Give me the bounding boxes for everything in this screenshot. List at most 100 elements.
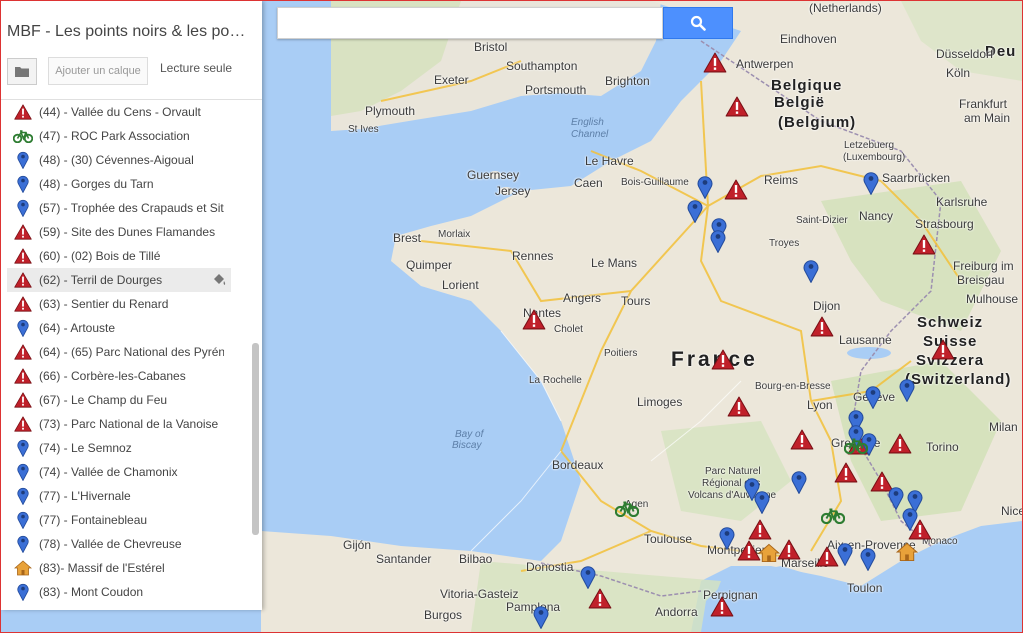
layer-list-item-label: (44) - Vallée du Cens - Orvault (39, 105, 201, 119)
layer-list-item[interactable]: (66) - Corbère-les-Cabanes (7, 364, 231, 388)
layer-list-item-label: (66) - Corbère-les-Cabanes (39, 369, 186, 383)
map-marker-bicycle-icon[interactable] (844, 437, 868, 461)
layer-list-item-label: (48) - (30) Cévennes-Aigoual (39, 153, 194, 167)
layer-list-item[interactable]: (44) - Vallée du Cens - Orvault (7, 100, 231, 124)
map-marker-pin-icon[interactable] (750, 490, 774, 514)
map-marker-pin-icon[interactable] (576, 565, 600, 589)
map-marker-warning-icon[interactable] (727, 396, 751, 420)
layer-list-item[interactable]: (73) - Parc National de la Vanoise (7, 412, 231, 436)
search-input[interactable] (277, 7, 663, 39)
map-marker-warning-icon[interactable] (588, 588, 612, 612)
pin-icon (11, 318, 35, 338)
layer-list-item[interactable]: (83)- Massif de l'Estérel (7, 556, 231, 580)
map-marker-pin-icon[interactable] (898, 507, 922, 531)
layer-list-item[interactable]: (83) - Mont Coudon (7, 580, 231, 604)
map-marker-warning-icon[interactable] (522, 309, 546, 333)
layer-list-item[interactable]: (74) - Vallée de Chamonix (7, 460, 231, 484)
map-marker-pin-icon[interactable] (833, 542, 857, 566)
map-place-label: Saint-Dizier (796, 215, 848, 226)
map-place-label: Parc Naturel (705, 466, 761, 477)
layer-list-item-label: (83) - Mont Coudon (39, 585, 144, 599)
layer-list-item-label: (57) - Trophée des Crapauds et Site (39, 201, 224, 215)
map-marker-pin-icon[interactable] (859, 171, 883, 195)
layer-list-item[interactable]: (74) - Le Semnoz (7, 436, 231, 460)
warning-icon (11, 366, 35, 386)
folder-icon (15, 67, 29, 77)
map-place-label: English (571, 117, 604, 128)
map-marker-pin-icon[interactable] (715, 526, 739, 550)
layer-list-item[interactable]: (48) - (30) Cévennes-Aigoual (7, 148, 231, 172)
map-marker-bicycle-icon[interactable] (821, 507, 845, 531)
map-place-label: Köln (946, 66, 971, 80)
map-marker-pin-icon[interactable] (861, 385, 885, 409)
map-place-label: Caen (574, 176, 603, 190)
map-marker-warning-icon[interactable] (703, 52, 727, 76)
map-marker-warning-icon[interactable] (790, 429, 814, 453)
bicycle-icon (11, 126, 35, 146)
map-place-label: Saarbrücken (882, 171, 951, 185)
map-marker-warning-icon[interactable] (931, 339, 955, 363)
map-marker-warning-icon[interactable] (834, 462, 858, 486)
layer-list-item-label: (48) - Gorges du Tarn (39, 177, 154, 191)
layer-list-item[interactable]: (48) - Gorges du Tarn (7, 172, 231, 196)
map-place-label: Lorient (442, 278, 479, 292)
map-marker-pin-icon[interactable] (799, 259, 823, 283)
layer-list-item[interactable]: (67) - Le Champ du Feu (7, 388, 231, 412)
layer-list-item-label: (64) - Artouste (39, 321, 116, 335)
map-title[interactable]: MBF - Les points noirs & les poin… (7, 23, 247, 41)
layer-list-item-label: (63) - Sentier du Renard (39, 297, 169, 311)
pin-icon (11, 150, 35, 170)
map-place-label: Plymouth (365, 104, 416, 118)
list-scrollbar[interactable] (252, 343, 259, 535)
search-button[interactable] (663, 7, 733, 39)
map-place-label: Jersey (495, 184, 531, 198)
map-place-label: Troyes (769, 238, 800, 249)
map-marker-house-icon[interactable] (757, 543, 781, 567)
map-place-label: Breisgau (957, 273, 1005, 287)
map-marker-warning-icon[interactable] (912, 234, 936, 258)
map-marker-warning-icon[interactable] (888, 433, 912, 457)
map-place-label: Poitiers (604, 348, 638, 359)
map-marker-pin-icon[interactable] (529, 605, 553, 629)
layer-list-item[interactable]: (63) - Sentier du Renard (7, 292, 231, 316)
pin-icon (11, 438, 35, 458)
map-marker-warning-icon[interactable] (710, 596, 734, 620)
map-place-label: Frankfurt (959, 97, 1008, 111)
map-marker-pin-icon[interactable] (706, 229, 730, 253)
open-folder-button[interactable] (7, 58, 37, 85)
layer-list-item[interactable]: (64) - Artouste (7, 316, 231, 340)
layer-list-item[interactable]: (64) - (65) Parc National des Pyréné (7, 340, 231, 364)
map-marker-pin-icon[interactable] (787, 470, 811, 494)
map-marker-warning-icon[interactable] (724, 179, 748, 203)
layer-list-item[interactable]: (62) - Terril de Dourges (7, 268, 231, 292)
map-marker-bicycle-icon[interactable] (615, 500, 639, 524)
paint-bucket-icon[interactable] (211, 272, 227, 291)
map-place-label: Gijón (343, 538, 372, 552)
map-marker-warning-icon[interactable] (711, 349, 735, 373)
layer-list-item-label: (59) - Site des Dunes Flamandes (39, 225, 216, 239)
map-marker-warning-icon[interactable] (810, 316, 834, 340)
layer-list-item[interactable]: (77) - L'Hivernale (7, 484, 231, 508)
map-place-label: Düsseldorf (936, 47, 994, 61)
map-place-label: Dijon (813, 299, 841, 313)
layer-list-item[interactable]: (57) - Trophée des Crapauds et Site (7, 196, 231, 220)
map-place-label: Bordeaux (552, 458, 604, 472)
add-layer-button[interactable]: Ajouter un calque (48, 57, 148, 85)
pin-icon (11, 462, 35, 482)
map-marker-pin-icon[interactable] (895, 378, 919, 402)
map-marker-pin-icon[interactable] (683, 199, 707, 223)
map-place-label: Southampton (506, 59, 578, 73)
layer-list-item[interactable]: (60) - (02) Bois de Tillé (7, 244, 231, 268)
layer-list-item[interactable]: (77) - Fontainebleau (7, 508, 231, 532)
map-place-label: (Belgium) (778, 114, 857, 131)
layer-list-item[interactable]: (59) - Site des Dunes Flamandes (7, 220, 231, 244)
map-place-label: Limoges (637, 395, 683, 409)
map-marker-pin-icon[interactable] (693, 175, 717, 199)
map-marker-house-icon[interactable] (895, 542, 919, 566)
pin-icon (11, 174, 35, 194)
map-marker-warning-icon[interactable] (725, 96, 749, 120)
layer-list-item[interactable]: (47) - ROC Park Association (7, 124, 231, 148)
map-place-label: Bilbao (459, 552, 493, 566)
layer-list-item[interactable]: (78) - Vallée de Chevreuse (7, 532, 231, 556)
map-marker-pin-icon[interactable] (856, 547, 880, 571)
